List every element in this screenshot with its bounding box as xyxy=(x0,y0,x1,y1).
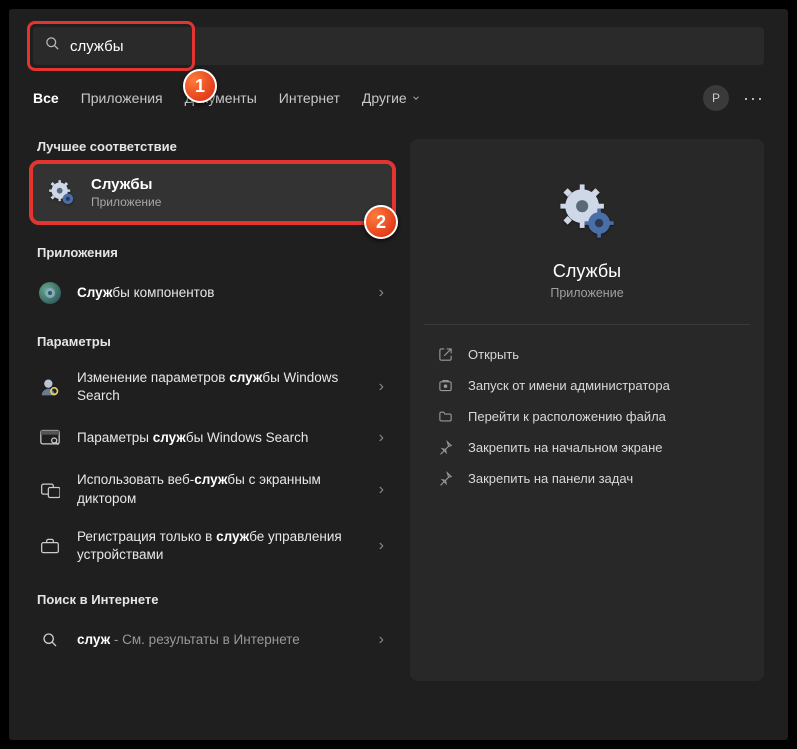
result-label: Службы компонентов xyxy=(77,284,365,302)
best-match-title: Службы xyxy=(91,176,161,193)
narrator-icon xyxy=(37,477,63,503)
user-search-icon xyxy=(37,374,63,400)
action-label: Закрепить на панели задач xyxy=(468,471,633,486)
result-label: Регистрация только в службе управления у… xyxy=(77,528,365,564)
search-icon xyxy=(37,627,63,653)
result-param-0[interactable]: Изменение параметров службы Windows Sear… xyxy=(33,359,392,415)
component-services-icon xyxy=(37,280,63,306)
best-match-subtitle: Приложение xyxy=(91,195,161,209)
result-label: Параметры службы Windows Search xyxy=(77,429,365,447)
result-label: Использовать веб-службы с экранным дикто… xyxy=(77,471,365,507)
section-apps-title: Приложения xyxy=(37,245,392,260)
result-param-2[interactable]: Использовать веб-службы с экранным дикто… xyxy=(33,461,392,517)
pin-icon xyxy=(436,471,454,486)
action-run-admin[interactable]: Запуск от имени администратора xyxy=(430,370,744,401)
result-label: Изменение параметров службы Windows Sear… xyxy=(77,369,365,405)
chevron-right-icon: › xyxy=(379,481,384,499)
tab-all[interactable]: Все xyxy=(33,90,59,106)
briefcase-icon xyxy=(37,533,63,559)
tab-web[interactable]: Интернет xyxy=(279,90,340,106)
chevron-right-icon: › xyxy=(379,378,384,396)
app-large-icon xyxy=(555,179,619,243)
result-param-1[interactable]: Параметры службы Windows Search › xyxy=(33,415,392,461)
folder-icon xyxy=(436,409,454,424)
results-left-column: Лучшее соответствие Службы xyxy=(33,139,392,681)
result-label: служ - См. результаты в Интернете xyxy=(77,631,365,649)
tab-apps[interactable]: Приложения xyxy=(81,90,163,106)
tab-more[interactable]: Другие xyxy=(362,90,421,106)
annotation-badge-1: 1 xyxy=(183,69,217,103)
result-param-3[interactable]: Регистрация только в службе управления у… xyxy=(33,518,392,574)
user-avatar[interactable]: P xyxy=(703,85,729,111)
details-title: Службы xyxy=(430,261,744,282)
filter-tabs: Все Приложения Документы Интернет Другие… xyxy=(33,85,764,111)
divider xyxy=(424,324,750,325)
section-web-title: Поиск в Интернете xyxy=(37,592,392,607)
result-app-component-services[interactable]: Службы компонентов › xyxy=(33,270,392,316)
chevron-right-icon: › xyxy=(379,284,384,302)
open-icon xyxy=(436,347,454,362)
action-pin-start[interactable]: Закрепить на начальном экране xyxy=(430,432,744,463)
details-panel: Службы Приложение Открыть Запуск от имен… xyxy=(410,139,764,681)
action-label: Перейти к расположению файла xyxy=(468,409,666,424)
search-bar[interactable] xyxy=(33,27,764,65)
pin-icon xyxy=(436,440,454,455)
action-label: Закрепить на начальном экране xyxy=(468,440,663,455)
action-label: Открыть xyxy=(468,347,519,362)
search-area: 1 xyxy=(33,27,764,65)
chevron-right-icon: › xyxy=(379,429,384,447)
action-label: Запуск от имени администратора xyxy=(468,378,670,393)
annotation-badge-2: 2 xyxy=(364,205,398,239)
search-input[interactable] xyxy=(70,38,752,55)
chevron-right-icon: › xyxy=(379,537,384,555)
result-web-search[interactable]: служ - См. результаты в Интернете › xyxy=(33,617,392,663)
section-params-title: Параметры xyxy=(37,334,392,349)
best-match-result[interactable]: Службы Приложение xyxy=(33,164,392,221)
details-subtitle: Приложение xyxy=(430,286,744,300)
search-icon xyxy=(45,36,60,56)
chevron-down-icon xyxy=(411,93,421,103)
chevron-right-icon: › xyxy=(379,631,384,649)
section-best-match-title: Лучшее соответствие xyxy=(37,139,392,154)
action-open-location[interactable]: Перейти к расположению файла xyxy=(430,401,744,432)
action-pin-taskbar[interactable]: Закрепить на панели задач xyxy=(430,463,744,494)
shield-icon xyxy=(436,378,454,393)
action-open[interactable]: Открыть xyxy=(430,339,744,370)
more-options-button[interactable]: ··· xyxy=(743,88,764,109)
window-search-icon xyxy=(37,425,63,451)
gear-icon xyxy=(47,178,77,208)
